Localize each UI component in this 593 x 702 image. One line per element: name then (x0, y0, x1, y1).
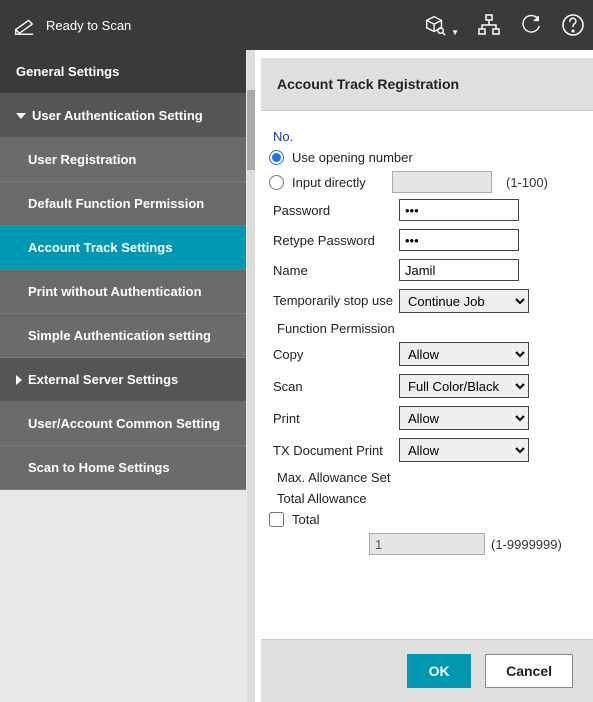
header-bar: Ready to Scan ▼ (0, 0, 593, 50)
total-hint: (1-9999999) (491, 537, 562, 552)
sidebar-item-user-account-common[interactable]: User/Account Common Setting (0, 402, 246, 446)
password-label: Password (269, 203, 399, 218)
input-directly-field[interactable] (392, 171, 492, 193)
total-checkbox[interactable] (269, 512, 284, 527)
sidebar-label: Default Function Permission (28, 196, 204, 211)
sidebar-item-account-track[interactable]: Account Track Settings (0, 226, 246, 270)
radio-use-opening[interactable] (269, 150, 284, 165)
scanner-icon (12, 13, 36, 37)
scan-select[interactable]: Full Color/Black (399, 374, 529, 398)
copy-row: Copy Allow (269, 342, 585, 366)
txdoc-label: TX Document Print (269, 443, 399, 458)
func-perm-label: Function Permission (277, 321, 585, 336)
sidebar-label: Account Track Settings (28, 240, 172, 255)
copy-label: Copy (269, 347, 399, 362)
cube-search-icon[interactable] (423, 13, 447, 37)
sidebar-label: Simple Authentication setting (28, 328, 211, 343)
sidebar-item-external-server[interactable]: External Server Settings (0, 358, 246, 402)
max-allowance-label: Max. Allowance Set (277, 470, 585, 485)
sidebar-label: Print without Authentication (28, 284, 202, 299)
form-area: No. Use opening number Input directly (1… (261, 111, 593, 639)
chevron-down-icon (16, 113, 26, 119)
radio-use-opening-row: Use opening number (269, 150, 585, 165)
cancel-button[interactable]: Cancel (485, 654, 573, 688)
sidebar: General Settings User Authentication Set… (0, 50, 255, 702)
scroll-thumb[interactable] (247, 90, 255, 170)
total-allowance-label: Total Allowance (277, 491, 585, 506)
radio-use-opening-label: Use opening number (292, 150, 413, 165)
txdoc-select[interactable]: Allow (399, 438, 529, 462)
scan-label: Scan (269, 379, 399, 394)
password-input[interactable] (399, 199, 519, 221)
page-title: Account Track Registration (261, 58, 593, 111)
sidebar-item-print-noauth[interactable]: Print without Authentication (0, 270, 246, 314)
temp-stop-row: Temporarily stop use Continue Job (269, 289, 585, 313)
print-select[interactable]: Allow (399, 406, 529, 430)
sidebar-label: External Server Settings (28, 372, 178, 387)
name-row: Name (269, 259, 585, 281)
print-row: Print Allow (269, 406, 585, 430)
sidebar-item-general[interactable]: General Settings (0, 50, 246, 94)
sidebar-label: Scan to Home Settings (28, 460, 170, 475)
input-directly-hint: (1-100) (506, 175, 548, 190)
total-input[interactable] (369, 533, 485, 555)
name-input[interactable] (399, 259, 519, 281)
scan-row: Scan Full Color/Black (269, 374, 585, 398)
copy-select[interactable]: Allow (399, 342, 529, 366)
temp-stop-label: Temporarily stop use (269, 293, 399, 309)
header-right: ▼ (423, 13, 585, 37)
sidebar-item-user-registration[interactable]: User Registration (0, 138, 246, 182)
name-label: Name (269, 263, 399, 278)
sidebar-item-simple-auth[interactable]: Simple Authentication setting (0, 314, 246, 358)
sidebar-scrollbar[interactable] (247, 50, 255, 702)
ok-button[interactable]: OK (407, 654, 471, 688)
txdoc-row: TX Document Print Allow (269, 438, 585, 462)
sidebar-label: General Settings (16, 64, 119, 79)
refresh-icon[interactable] (519, 13, 543, 37)
main-panel: Account Track Registration No. Use openi… (255, 50, 593, 702)
radio-input-directly[interactable] (269, 175, 284, 190)
sidebar-item-default-permission[interactable]: Default Function Permission (0, 182, 246, 226)
retype-password-row: Retype Password (269, 229, 585, 251)
chevron-right-icon (16, 375, 22, 385)
print-label: Print (269, 411, 399, 426)
radio-input-directly-row: Input directly (1-100) (269, 171, 585, 193)
temp-stop-select[interactable]: Continue Job (399, 289, 529, 313)
retype-password-input[interactable] (399, 229, 519, 251)
header-left: Ready to Scan (12, 13, 131, 37)
sidebar-item-scan-home[interactable]: Scan to Home Settings (0, 446, 246, 490)
status-text: Ready to Scan (46, 18, 131, 33)
password-row: Password (269, 199, 585, 221)
total-checkbox-label: Total (292, 512, 319, 527)
sidebar-label: User/Account Common Setting (28, 416, 220, 431)
retype-password-label: Retype Password (269, 233, 399, 248)
footer: OK Cancel (261, 639, 593, 702)
sidebar-label: User Registration (28, 152, 136, 167)
network-icon[interactable] (477, 13, 501, 37)
sidebar-item-user-auth[interactable]: User Authentication Setting (0, 94, 246, 138)
body: General Settings User Authentication Set… (0, 50, 593, 702)
total-value-row: (1-9999999) (369, 533, 585, 555)
radio-input-directly-label: Input directly (292, 175, 384, 190)
no-label: No. (273, 129, 585, 144)
sidebar-label: User Authentication Setting (32, 108, 203, 123)
total-checkbox-row: Total (269, 512, 585, 527)
help-icon[interactable] (561, 13, 585, 37)
dot-icon: ▼ (451, 28, 459, 37)
